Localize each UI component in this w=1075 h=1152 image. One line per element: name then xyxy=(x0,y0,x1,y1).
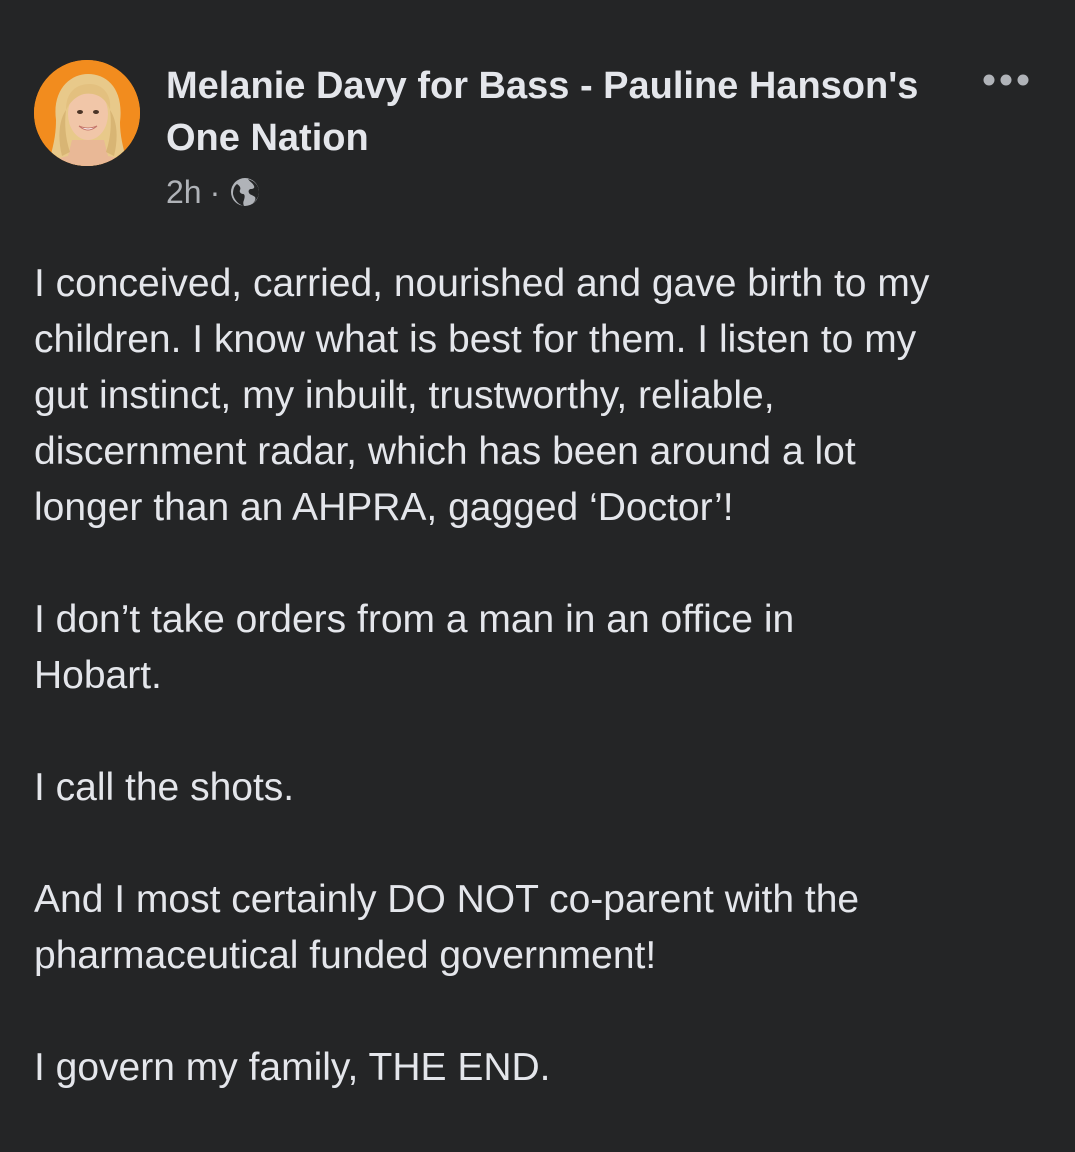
post-paragraph: I call the shots. xyxy=(34,766,295,809)
post-paragraph: And I most certainly DO NOT co-parent wi… xyxy=(34,878,860,977)
facebook-post: Melanie Davy for Bass - Pauline Hanson's… xyxy=(0,0,1075,1108)
avatar[interactable] xyxy=(34,60,140,166)
meta-separator: · xyxy=(209,173,221,210)
more-options-icon xyxy=(983,74,1029,86)
globe-icon[interactable] xyxy=(228,175,262,209)
post-timestamp[interactable]: 2h xyxy=(166,174,202,211)
post-paragraph: I don’t take orders from a man in an off… xyxy=(34,598,795,697)
post-author-name[interactable]: Melanie Davy for Bass - Pauline Hanson's… xyxy=(166,60,926,164)
post-meta: 2h · xyxy=(166,172,262,212)
more-options-button[interactable] xyxy=(978,60,1034,100)
post-body: I conceived, carried, nourished and gave… xyxy=(34,256,1044,1152)
post-paragraph: I govern my family, THE END. xyxy=(34,1046,551,1089)
post-paragraph: I conceived, carried, nourished and gave… xyxy=(34,262,930,529)
profile-photo xyxy=(34,60,140,166)
